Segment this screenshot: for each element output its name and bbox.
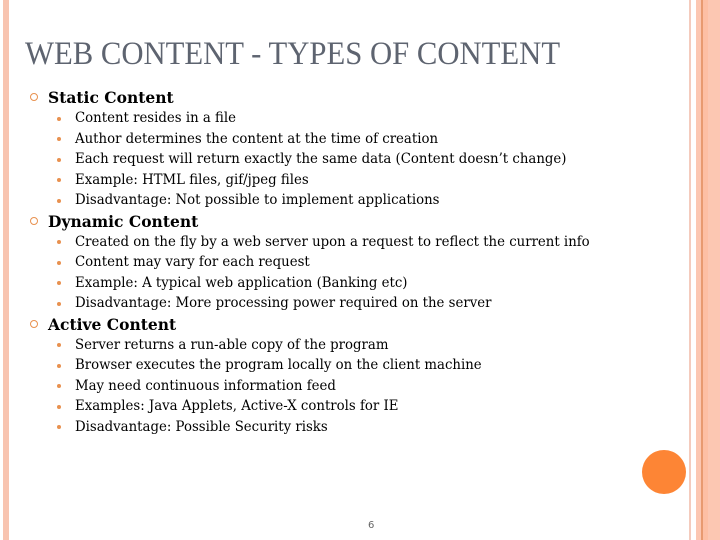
dot-bullet-icon	[57, 425, 61, 429]
list-item: Browser executes the program locally on …	[30, 355, 680, 376]
list-item-text: Disadvantage: Possible Security risks	[75, 418, 328, 435]
right-border-band	[696, 0, 720, 540]
dot-bullet-icon	[57, 157, 61, 162]
list-item-text: May need continuous information feed	[75, 377, 336, 394]
dot-bullet-icon	[57, 260, 61, 265]
hollow-circle-bullet-icon	[30, 319, 38, 328]
list-item: Author determines the content at the tim…	[30, 129, 680, 150]
list-item: Content may vary for each request	[30, 252, 680, 273]
list-item: Examples: Java Applets, Active-X control…	[30, 396, 680, 417]
right-border-band-inner	[703, 0, 708, 540]
hollow-circle-bullet-icon	[30, 93, 38, 101]
section-heading-text: Active Content	[48, 314, 177, 334]
list-item-text: Content may vary for each request	[75, 254, 310, 270]
list-item-text: Author determines the content at the tim…	[75, 130, 439, 147]
list-item: May need continuous information feed	[30, 376, 680, 397]
list-item-text: Example: HTML files, gif/jpeg files	[75, 171, 309, 188]
list-item: Disadvantage: More processing power requ…	[30, 293, 680, 314]
bullet-list: Server returns a run-able copy of the pr…	[30, 335, 680, 438]
list-item: Example: HTML files, gif/jpeg files	[30, 170, 680, 191]
left-border-decoration	[3, 0, 9, 540]
section-heading: Static Content	[30, 87, 680, 108]
right-border-line	[689, 0, 691, 540]
section-active-content: Active Content Server returns a run-able…	[30, 314, 680, 438]
dot-bullet-icon	[57, 240, 61, 244]
page-number: 6	[368, 520, 375, 531]
list-item-text: Example: A typical web application (Bank…	[75, 274, 408, 291]
section-heading: Active Content	[30, 314, 680, 335]
list-item: Disadvantage: Possible Security risks	[30, 417, 680, 438]
dot-bullet-icon	[57, 384, 61, 388]
list-item: Server returns a run-able copy of the pr…	[30, 335, 680, 356]
section-heading-text: Dynamic Content	[48, 211, 199, 231]
list-item-text: Created on the fly by a web server upon …	[75, 233, 590, 250]
list-item: Content resides in a file	[30, 108, 680, 129]
dot-bullet-icon	[57, 404, 61, 409]
dot-bullet-icon	[57, 178, 61, 182]
dot-bullet-icon	[57, 198, 61, 203]
slide-content: Static Content Content resides in a file…	[30, 87, 680, 437]
orange-circle-decoration	[642, 450, 686, 494]
list-item-text: Content resides in a file	[75, 110, 237, 126]
list-item-text: Browser executes the program locally on …	[75, 357, 482, 373]
right-border-accent-line	[701, 0, 703, 540]
list-item-text: Disadvantage: More processing power requ…	[75, 295, 492, 311]
section-static-content: Static Content Content resides in a file…	[30, 87, 680, 211]
section-heading-text: Static Content	[48, 88, 174, 107]
section-heading: Dynamic Content	[30, 211, 680, 232]
list-item: Created on the fly by a web server upon …	[30, 232, 680, 253]
hollow-circle-bullet-icon	[30, 216, 38, 225]
list-item: Example: A typical web application (Bank…	[30, 273, 680, 294]
list-item: Each request will return exactly the sam…	[30, 149, 680, 170]
dot-bullet-icon	[57, 301, 61, 306]
dot-bullet-icon	[57, 281, 61, 285]
slide-title: WEB CONTENT - TYPES OF CONTENT	[25, 36, 561, 72]
bullet-list: Created on the fly by a web server upon …	[30, 232, 680, 314]
dot-bullet-icon	[57, 363, 61, 368]
list-item-text: Disadvantage: Not possible to implement …	[75, 192, 440, 208]
list-item-text: Examples: Java Applets, Active-X control…	[75, 398, 399, 414]
dot-bullet-icon	[57, 116, 61, 121]
list-item-text: Each request will return exactly the sam…	[75, 151, 567, 167]
bullet-list: Content resides in a file Author determi…	[30, 108, 680, 211]
section-dynamic-content: Dynamic Content Created on the fly by a …	[30, 211, 680, 314]
dot-bullet-icon	[57, 343, 61, 347]
list-item: Disadvantage: Not possible to implement …	[30, 190, 680, 211]
list-item-text: Server returns a run-able copy of the pr…	[75, 336, 389, 353]
dot-bullet-icon	[57, 137, 61, 141]
